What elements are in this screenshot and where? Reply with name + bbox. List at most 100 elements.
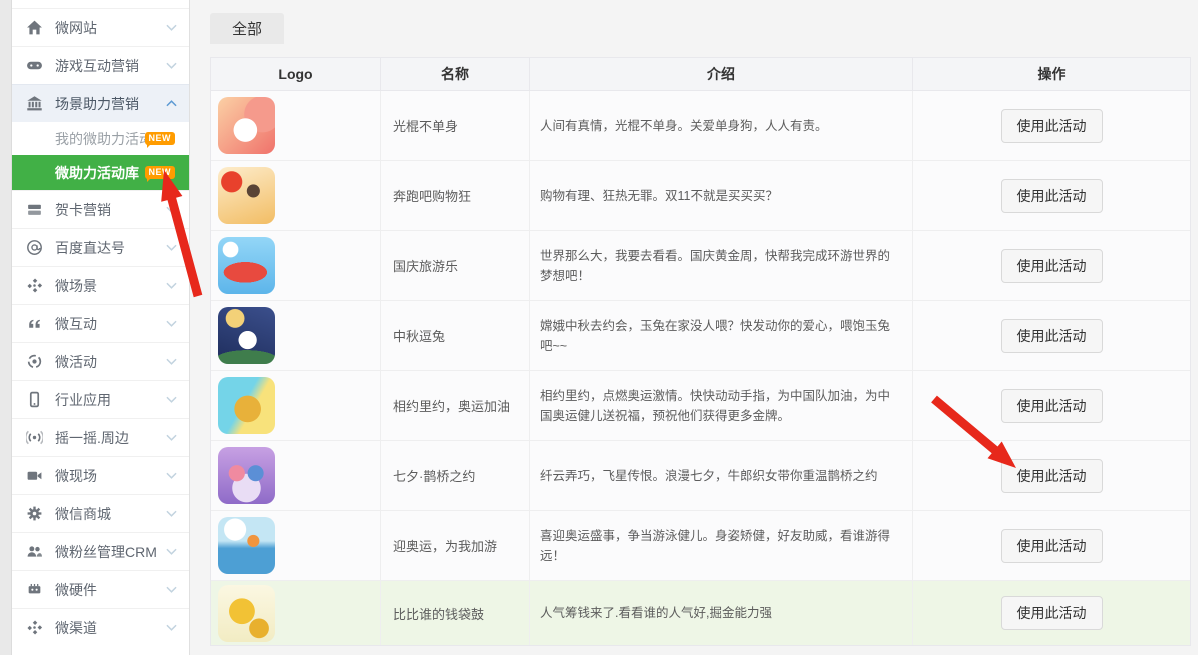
activity-description: 嫦娥中秋去约会，玉兔在家没人喂？快发动你的爱心，喂饱玉兔吧~~ [530,301,913,370]
sidebar-item-micro-scene[interactable]: 微场景 [12,266,189,304]
shake-icon [26,429,43,446]
chevron-down-icon [166,206,177,213]
use-activity-button[interactable]: 使用此活动 [1001,459,1103,493]
sidebar-item-label: 游戏互动营销 [55,56,139,76]
table-row: 七夕·鹊桥之约 纤云弄巧，飞星传恨。浪漫七夕，牛郎织女带你重温鹊桥之约 使用此活… [211,441,1190,511]
use-activity-button[interactable]: 使用此活动 [1001,179,1103,213]
swirl-icon [26,353,43,370]
column-header-name: 名称 [381,58,530,90]
sidebar-item-label: 贺卡营销 [55,200,111,220]
users-icon [26,543,43,560]
use-activity-button[interactable]: 使用此活动 [1001,529,1103,563]
activity-name: 迎奥运，为我加游 [381,511,530,580]
sidebar-item-label: 行业应用 [55,390,111,410]
activity-logo-money-bag [218,585,275,642]
use-activity-button[interactable]: 使用此活动 [1001,109,1103,143]
sidebar-item-label: 微渠道 [55,618,97,638]
activity-description: 购物有理、狂热无罪。双11不就是买买买？ [530,161,913,230]
sidebar-item-label: 微硬件 [55,580,97,600]
sidebar-item-label: 微活动 [55,352,97,372]
use-activity-button[interactable]: 使用此活动 [1001,319,1103,353]
home-icon [26,19,43,36]
video-camera-icon [26,467,43,484]
activity-description: 相约里约，点燃奥运激情。快快动动手指，为中国队加油，为中国奥运健儿送祝福，预祝他… [530,371,913,440]
sidebar-item-label: 微粉丝管理CRM [55,542,157,562]
sidebar-item-label: 我的微助力活动 [55,129,145,149]
cards-icon [26,201,43,218]
sidebar-nav: 基础设置 微网站 游戏互动营销 场景助力营销 我的微助力活动 NEW 微助力活动… [12,0,190,655]
chevron-down-icon [166,396,177,403]
activity-description: 世界那么大，我要去看看。国庆黄金周，快帮我完成环游世界的梦想吧！ [530,231,913,300]
activity-name: 相约里约，奥运加油 [381,371,530,440]
sidebar-item-label: 微助力活动库 [55,163,139,183]
activity-name: 比比谁的钱袋鼓 [381,581,530,645]
sidebar-item-greeting-card-marketing[interactable]: 贺卡营销 [12,190,189,228]
activity-logo-shopper [218,167,275,224]
hardware-chip-icon [26,581,43,598]
use-activity-button[interactable]: 使用此活动 [1001,389,1103,423]
activity-description: 纤云弄巧，飞星传恨。浪漫七夕，牛郎织女带你重温鹊桥之约 [530,441,913,510]
sidebar-item-baidu-zhida[interactable]: 百度直达号 [12,228,189,266]
sidebar-item-industry-apps[interactable]: 行业应用 [12,380,189,418]
chevron-up-icon [166,100,177,107]
chevron-down-icon [166,282,177,289]
sidebar-item-shake-nearby[interactable]: 摇一摇.周边 [12,418,189,456]
sidebar-item-micro-live[interactable]: 微现场 [12,456,189,494]
phone-icon [26,391,43,408]
sidebar-item-game-marketing[interactable]: 游戏互动营销 [12,46,189,84]
activity-logo-swimmer [218,517,275,574]
column-header-action: 操作 [913,58,1190,90]
chevron-down-icon [166,358,177,365]
bank-icon [26,95,43,112]
chevron-down-icon [166,434,177,441]
chevron-down-icon [166,548,177,555]
table-row: 光棍不单身 人间有真情，光棍不单身。关爱单身狗，人人有责。 使用此活动 [211,91,1190,161]
quotes-icon [26,315,43,332]
activity-name: 中秋逗兔 [381,301,530,370]
sidebar-item-basic-settings[interactable]: 基础设置 [12,0,189,8]
sidebar-item-label: 微互动 [55,314,97,334]
sidebar-item-label: 百度直达号 [55,238,125,258]
column-header-intro: 介绍 [530,58,913,90]
at-icon [26,239,43,256]
sidebar-item-label: 摇一摇.周边 [55,428,129,448]
chevron-down-icon [166,586,177,593]
table-header-row: Logo 名称 介绍 操作 [211,58,1190,91]
table-row: 奔跑吧购物狂 购物有理、狂热无罪。双11不就是买买买？ 使用此活动 [211,161,1190,231]
sidebar-item-fans-crm[interactable]: 微粉丝管理CRM [12,532,189,570]
use-activity-button[interactable]: 使用此活动 [1001,596,1103,630]
new-badge: NEW [145,132,176,145]
tab-all[interactable]: 全部 [210,13,284,44]
sidebar-item-micro-website[interactable]: 微网站 [12,8,189,46]
sidebar-item-micro-hardware[interactable]: 微硬件 [12,570,189,608]
activity-logo-dog [218,97,275,154]
use-activity-button[interactable]: 使用此活动 [1001,249,1103,283]
activity-name: 奔跑吧购物狂 [381,161,530,230]
chevron-down-icon [166,244,177,251]
sidebar-item-label: 微网站 [55,18,97,38]
activity-description: 人气筹钱来了.看看谁的人气好,掘金能力强 [530,581,913,645]
activity-logo-rabbit [218,307,275,364]
sidebar-item-assist-activity-library[interactable]: 微助力活动库 NEW [12,155,189,190]
table-row: 迎奥运，为我加游 喜迎奥运盛事，争当游泳健儿。身姿矫健，好友助威，看谁游得远！ … [211,511,1190,581]
scatter-dots-icon [26,277,43,294]
main-content: 全部 Logo 名称 介绍 操作 光棍不单身 人间有真情，光棍不单身。关爱单身狗… [190,0,1198,655]
activity-logo-gold-medal [218,377,275,434]
table-row: 相约里约，奥运加油 相约里约，点燃奥运激情。快快动动手指，为中国队加油，为中国奥… [211,371,1190,441]
chevron-down-icon [166,472,177,479]
sidebar-item-scene-assist-marketing[interactable]: 场景助力营销 [12,84,189,122]
activity-description: 喜迎奥运盛事，争当游泳健儿。身姿矫健，好友助威，看谁游得远！ [530,511,913,580]
activity-description: 人间有真情，光棍不单身。关爱单身狗，人人有责。 [530,91,913,160]
sidebar-item-label: 场景助力营销 [55,94,139,114]
table-row-highlighted: 比比谁的钱袋鼓 人气筹钱来了.看看谁的人气好,掘金能力强 使用此活动 [211,581,1190,645]
activity-name: 光棍不单身 [381,91,530,160]
sidebar-item-micro-interaction[interactable]: 微互动 [12,304,189,342]
activity-table: Logo 名称 介绍 操作 光棍不单身 人间有真情，光棍不单身。关爱单身狗，人人… [210,57,1191,646]
sidebar-item-micro-channel[interactable]: 微渠道 [12,608,189,646]
new-badge: NEW [145,166,176,179]
sidebar-item-wechat-mall[interactable]: 微信商城 [12,494,189,532]
sidebar-item-micro-activity[interactable]: 微活动 [12,342,189,380]
sidebar-item-my-assist-activities[interactable]: 我的微助力活动 NEW [12,122,189,155]
gear-icon [26,505,43,522]
sidebar-item-label: 微信商城 [55,504,111,524]
